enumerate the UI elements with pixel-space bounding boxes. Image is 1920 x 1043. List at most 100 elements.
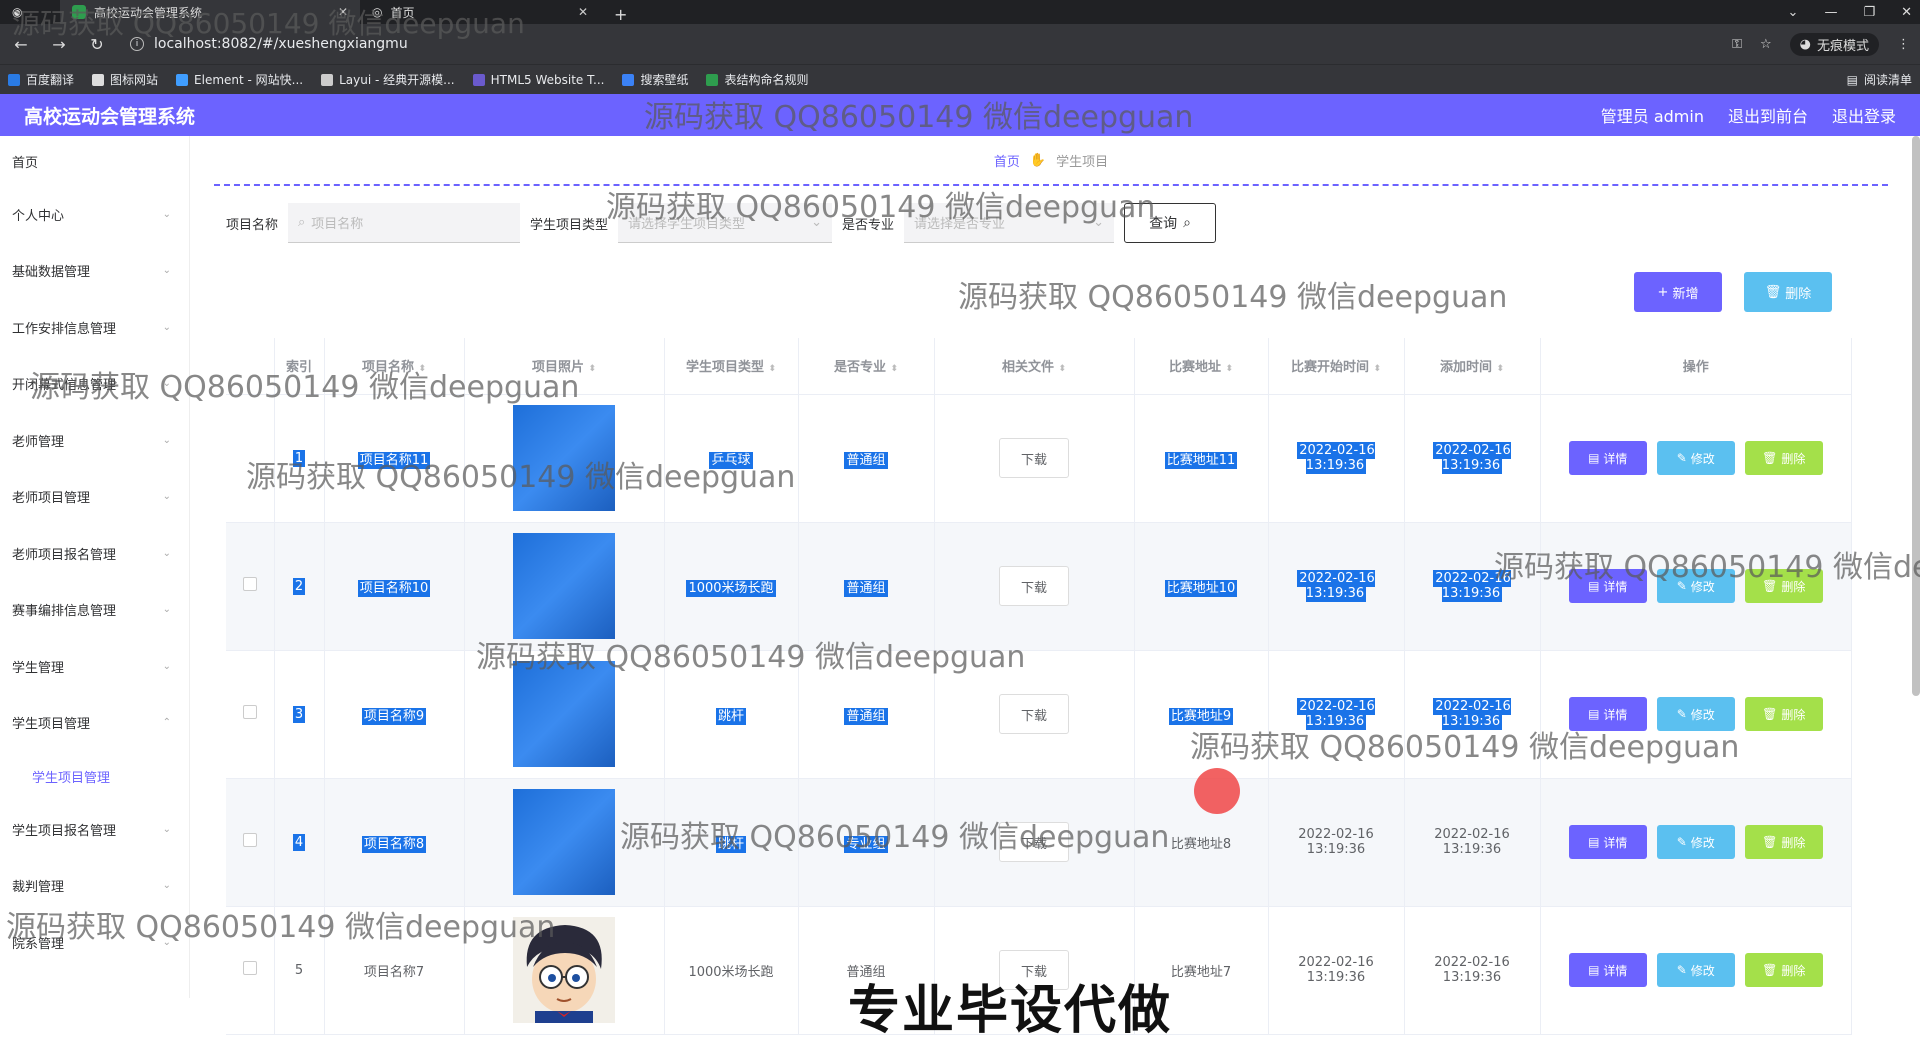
reload-icon[interactable]: ↻: [86, 35, 108, 54]
sidebar-item[interactable]: 学生项目报名管理 ⌄: [0, 801, 189, 858]
sidebar-item[interactable]: 开闭幕式信息管理 ⌄: [0, 356, 189, 413]
delete-button[interactable]: 🗑 删除: [1744, 697, 1823, 731]
download-button[interactable]: 下载: [999, 822, 1069, 862]
header-pro[interactable]: 是否专业 ⬍: [798, 338, 935, 395]
sidebar-item[interactable]: 老师管理 ⌄: [0, 412, 189, 469]
bookmark[interactable]: Element - 网站快...: [176, 71, 303, 88]
edit-button[interactable]: ✎ 修改: [1656, 953, 1735, 987]
detail-button[interactable]: ▤ 详情: [1568, 825, 1647, 859]
sort-icon[interactable]: ⬍: [891, 364, 899, 374]
project-photo[interactable]: [513, 661, 615, 767]
incognito-badge[interactable]: ◕ 无痕模式: [1789, 32, 1879, 56]
sidebar-item-student-projects[interactable]: 学生项目管理 ⌃: [0, 695, 189, 752]
close-icon[interactable]: ✕: [578, 5, 588, 19]
more-menu-icon[interactable]: ⋮: [1897, 37, 1910, 52]
browser-menu[interactable]: ◉: [0, 0, 60, 24]
row-checkbox[interactable]: [242, 577, 257, 591]
delete-button[interactable]: 🗑 删除: [1744, 569, 1823, 603]
star-icon[interactable]: ☆: [1760, 37, 1772, 52]
bookmark[interactable]: 图标网站: [92, 71, 158, 88]
sidebar-item[interactable]: 老师项目管理 ⌄: [0, 469, 189, 526]
sidebar-item[interactable]: 工作安排信息管理 ⌄: [0, 299, 189, 356]
detail-button[interactable]: ▤ 详情: [1568, 569, 1647, 603]
edit-button[interactable]: ✎ 修改: [1656, 697, 1735, 731]
row-checkbox[interactable]: [242, 833, 257, 847]
sidebar-item[interactable]: 老师项目报名管理 ⌄: [0, 525, 189, 582]
sidebar-item-label: 个人中心: [12, 208, 65, 224]
browser-tab-active[interactable]: 高校运动会管理系统 ✕: [60, 0, 360, 24]
batch-delete-button[interactable]: 🗑 删除: [1744, 272, 1832, 312]
sidebar-item[interactable]: 院系管理 ⌄: [0, 914, 189, 971]
bookmark[interactable]: Layui - 经典开源模...: [321, 71, 455, 88]
reading-list[interactable]: ▤ 阅读清单: [1847, 71, 1912, 88]
sidebar-item[interactable]: 学生管理 ⌄: [0, 638, 189, 695]
sort-icon[interactable]: ⬍: [419, 364, 427, 374]
new-tab-button[interactable]: +: [600, 5, 641, 24]
is-pro-select[interactable]: 请选择是否专业 ⌄: [904, 203, 1115, 243]
close-window-icon[interactable]: ✕: [1901, 5, 1912, 20]
minimize-icon[interactable]: —: [1824, 5, 1837, 20]
sidebar-item[interactable]: 个人中心 ⌄: [0, 186, 189, 243]
browser-tab[interactable]: ◎ 首页 ✕: [360, 0, 600, 24]
project-photo[interactable]: [513, 789, 615, 895]
scrollbar[interactable]: [1912, 136, 1920, 696]
bookmark[interactable]: 百度翻译: [8, 71, 74, 88]
bookmark[interactable]: HTML5 Website T...: [472, 73, 604, 87]
sort-icon[interactable]: ⬍: [1226, 364, 1234, 374]
header-start[interactable]: 比赛开始时间 ⬍: [1268, 338, 1405, 395]
sort-icon[interactable]: ⬍: [589, 364, 597, 374]
detail-button[interactable]: ▤ 详情: [1568, 953, 1647, 987]
download-button[interactable]: 下载: [999, 566, 1069, 606]
url-field[interactable]: i localhost:8082/#/xueshengxiangmu: [124, 30, 1716, 58]
edit-button[interactable]: ✎ 修改: [1656, 441, 1735, 475]
back-icon[interactable]: ←: [10, 35, 32, 54]
download-button[interactable]: 下载: [999, 438, 1069, 478]
breadcrumb-home[interactable]: 首页: [994, 151, 1020, 170]
delete-button[interactable]: 🗑 删除: [1744, 441, 1823, 475]
project-photo[interactable]: [513, 405, 615, 511]
sort-icon[interactable]: ⬍: [1374, 364, 1382, 374]
pencil-icon: ✎: [1676, 707, 1687, 721]
bookmark[interactable]: 搜索壁纸: [622, 71, 688, 88]
sort-icon[interactable]: ⬍: [1059, 364, 1067, 374]
project-photo[interactable]: [513, 533, 615, 639]
exit-to-front-link[interactable]: 退出到前台: [1728, 103, 1808, 127]
sidebar-subitem-active[interactable]: 学生项目管理: [0, 751, 189, 801]
row-checkbox[interactable]: [242, 961, 257, 975]
detail-button[interactable]: ▤ 详情: [1568, 441, 1647, 475]
close-icon[interactable]: ✕: [338, 5, 348, 19]
detail-button[interactable]: ▤ 详情: [1568, 697, 1647, 731]
sidebar-item[interactable]: 基础数据管理 ⌄: [0, 243, 189, 300]
bookmark[interactable]: 表结构命名规则: [706, 71, 808, 88]
sort-icon[interactable]: ⬍: [769, 364, 777, 374]
forward-icon[interactable]: →: [48, 35, 70, 54]
info-icon[interactable]: i: [130, 37, 144, 51]
sidebar-item[interactable]: 赛事编排信息管理 ⌄: [0, 582, 189, 639]
row-checkbox[interactable]: [242, 705, 257, 719]
name-label: 项目名称: [226, 217, 279, 233]
sidebar-item-home[interactable]: 首页: [0, 136, 189, 186]
logout-link[interactable]: 退出登录: [1832, 103, 1896, 127]
file-cell: 下载: [934, 522, 1135, 651]
header-name[interactable]: 项目名称 ⬍: [324, 338, 465, 395]
sort-icon[interactable]: ⬍: [1497, 364, 1505, 374]
delete-button[interactable]: 🗑 删除: [1744, 953, 1823, 987]
header-addr[interactable]: 比赛地址 ⬍: [1134, 338, 1269, 395]
header-photo[interactable]: 项目照片 ⬍: [464, 338, 665, 395]
project-type-select[interactable]: 请选择学生项目类型 ⌄: [618, 203, 833, 243]
project-name-input[interactable]: ⌕ 项目名称: [288, 203, 521, 243]
project-photo[interactable]: [513, 917, 615, 1023]
edit-button[interactable]: ✎ 修改: [1656, 569, 1735, 603]
query-button[interactable]: 查询 ⌕: [1124, 203, 1217, 243]
download-button[interactable]: 下载: [999, 694, 1069, 734]
header-type[interactable]: 学生项目类型 ⬍: [664, 338, 799, 395]
chevron-down-icon[interactable]: ⌄: [1788, 5, 1799, 20]
restore-icon[interactable]: ❐: [1863, 5, 1875, 20]
header-added[interactable]: 添加时间 ⬍: [1404, 338, 1541, 395]
edit-button[interactable]: ✎ 修改: [1656, 825, 1735, 859]
delete-button[interactable]: 🗑 删除: [1744, 825, 1823, 859]
sidebar-item[interactable]: 裁判管理 ⌄: [0, 858, 189, 915]
add-button[interactable]: + 新增: [1634, 272, 1722, 312]
header-file[interactable]: 相关文件 ⬍: [934, 338, 1135, 395]
key-icon[interactable]: ⚿: [1732, 37, 1742, 52]
